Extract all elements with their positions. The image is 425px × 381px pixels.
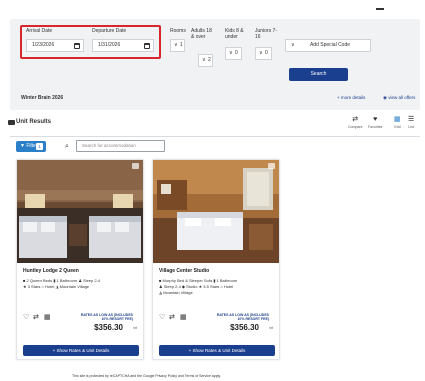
- kids-label: Kids 8 & under: [225, 28, 244, 40]
- grid-view-tool[interactable]: ▦ Grid: [394, 116, 401, 129]
- arrival-date-label: Arrival Date: [26, 28, 53, 34]
- unit-amenities: ■ 2 Queen Beds ▮ 1 Bathroom ♟ Sleep 2-4: [23, 278, 101, 283]
- unit-name[interactable]: Huntley Lodge 2 Queen: [23, 268, 79, 274]
- footer-notice: This site is protected by reCAPTCHA and …: [72, 374, 221, 378]
- arrival-date-value: 1/23/2026: [32, 42, 55, 48]
- compare-label: Compare: [348, 125, 363, 129]
- results-title: Unit Results: [16, 119, 52, 125]
- unit-card: Huntley Lodge 2 Queen ■ 2 Queen Beds ▮ 1…: [16, 159, 144, 360]
- chevron-down-icon: ∨: [174, 42, 178, 48]
- divider: [10, 136, 420, 137]
- rates-note: RATES AS LOW AS (INCLUDES 10% RESORT FEE…: [80, 313, 133, 321]
- view-all-offers-link[interactable]: ◉ view all offers: [383, 95, 415, 101]
- heart-icon[interactable]: ♡: [159, 314, 165, 321]
- more-details-link[interactable]: + more details: [337, 95, 365, 100]
- juniors-select[interactable]: ∨ 0: [255, 47, 272, 60]
- unit-amenities: ♟ Sleep 2-4 ◆ Studio ★ 3.5 Stars ⌂ Hotel: [159, 284, 234, 289]
- rooms-label: Rooms: [170, 28, 186, 34]
- filter-count-badge: 1: [36, 143, 43, 150]
- rooms-value: 1: [180, 42, 183, 48]
- kids-value: 0: [235, 50, 238, 56]
- per-night-label: /nt: [269, 326, 273, 330]
- special-code-select[interactable]: ∨ Add Special Code: [285, 39, 371, 52]
- unit-price: $356.30: [230, 323, 259, 332]
- hotel-room-image: [153, 160, 279, 263]
- offer-title: Winter Brain 2026: [21, 95, 64, 101]
- kids-select[interactable]: ∨ 0: [225, 47, 242, 60]
- compare-icon[interactable]: ⇄: [169, 314, 175, 321]
- unit-card: Village Center Studio ■ Murphy Bed & Sle…: [152, 159, 280, 360]
- hotel-room-image: [17, 160, 143, 263]
- accommodation-search-input[interactable]: Search for accommodation: [76, 140, 165, 152]
- expand-icon[interactable]: [132, 163, 139, 169]
- expand-icon[interactable]: [268, 163, 275, 169]
- unit-amenities: ◮ Mountain Village: [159, 290, 193, 295]
- unit-name[interactable]: Village Center Studio: [159, 268, 209, 274]
- chevron-down-icon: ∨: [229, 50, 233, 56]
- filter-icon: ▼: [20, 143, 25, 149]
- show-rates-button[interactable]: + Show Rates & Unit Details: [23, 345, 139, 356]
- calendar-icon[interactable]: [144, 43, 150, 49]
- chevron-down-icon: ∨: [202, 57, 206, 63]
- list-icon: ☰: [408, 116, 415, 123]
- arrival-date-input[interactable]: 1/23/2026: [26, 39, 84, 52]
- bed-icon: [8, 120, 15, 125]
- compare-icon[interactable]: ⇄: [33, 314, 39, 321]
- unit-amenities: ■ Murphy Bed & Sleeper Sofa ▮ 1 Bathroom: [159, 278, 238, 283]
- rates-note: RATES AS LOW AS (INCLUDES 10% RESORT FEE…: [216, 313, 269, 321]
- unit-amenities: ★ 3 Stars ⌂ Hotel ◮ Mountain Village: [23, 284, 90, 289]
- heart-icon: ♥: [373, 116, 378, 123]
- adults-select[interactable]: ∨ 2: [198, 54, 213, 67]
- rooms-select[interactable]: ∨ 1: [170, 39, 185, 52]
- grid-label: Grid: [394, 125, 401, 129]
- favorites-label: Favorites: [368, 125, 383, 129]
- departure-date-label: Departure Date: [92, 28, 127, 34]
- list-label: List: [408, 125, 414, 129]
- view-all-offers-label: view all offers: [388, 95, 416, 100]
- adults-label: Adults 18 & over: [191, 28, 212, 40]
- show-rates-button[interactable]: + Show Rates & Unit Details: [159, 345, 275, 356]
- top-bar: [0, 0, 425, 18]
- per-night-label: /nt: [133, 326, 137, 330]
- favorites-tool[interactable]: ♥ Favorites: [368, 116, 382, 129]
- juniors-label: Juniors 7-16: [255, 28, 277, 40]
- calendar-icon[interactable]: ▦: [44, 314, 51, 321]
- grid-icon: ▦: [394, 116, 401, 123]
- compare-tool[interactable]: ⇄ Compare: [348, 116, 362, 129]
- calendar-icon[interactable]: ▦: [180, 314, 187, 321]
- adults-value: 2: [208, 57, 211, 63]
- offers-icon: ◉: [383, 95, 387, 100]
- departure-date-input[interactable]: 1/31/2026: [92, 39, 154, 52]
- chevron-down-icon: ∨: [291, 42, 295, 48]
- compare-icon: ⇄: [352, 116, 359, 123]
- chevron-down-icon: ∨: [259, 50, 263, 56]
- unit-photo[interactable]: [17, 160, 143, 263]
- special-code-placeholder: Add Special Code: [310, 42, 351, 48]
- unit-photo[interactable]: [153, 160, 279, 263]
- juniors-value: 0: [265, 50, 268, 56]
- list-view-tool[interactable]: ☰ List: [408, 116, 414, 129]
- search-button[interactable]: Search: [289, 68, 348, 81]
- search-icon[interactable]: ⌕: [65, 141, 69, 152]
- heart-icon[interactable]: ♡: [23, 314, 29, 321]
- search-panel: Arrival Date 1/23/2026 Departure Date 1/…: [10, 19, 420, 110]
- minimize-icon[interactable]: [376, 8, 384, 10]
- unit-price: $356.30: [94, 323, 123, 332]
- departure-date-value: 1/31/2026: [98, 42, 121, 48]
- calendar-icon[interactable]: [74, 43, 80, 49]
